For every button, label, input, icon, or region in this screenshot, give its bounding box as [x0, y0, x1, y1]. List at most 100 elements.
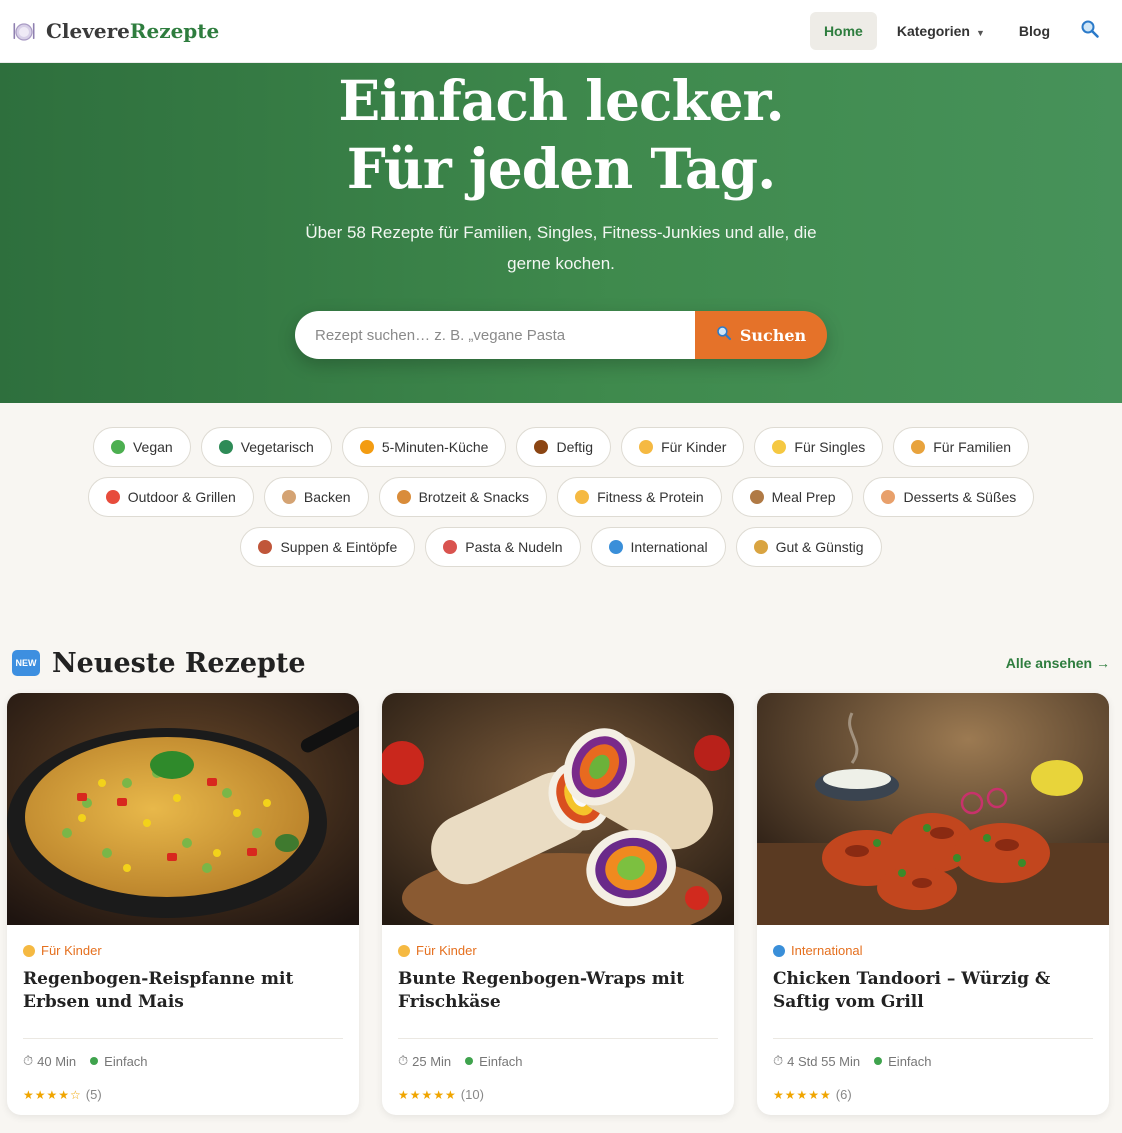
card-body: International Chicken Tandoori – Würzig …	[757, 925, 1109, 1102]
category-chip-label: International	[630, 539, 708, 555]
difficulty-dot-icon	[90, 1057, 99, 1065]
card-difficulty: Einfach	[90, 1054, 148, 1069]
section-title: Neueste Rezepte	[52, 647, 306, 679]
category-chip-label: Pasta & Nudeln	[465, 539, 563, 555]
logo-text-part2: Rezepte	[129, 19, 220, 43]
star-rating-icon: ★★★★★	[398, 1087, 457, 1102]
category-chip[interactable]: 5-Minuten-Küche	[341, 427, 507, 467]
card-difficulty-value: Einfach	[479, 1053, 523, 1069]
card-meta: ⏱ 25 Min Einfach	[398, 1053, 718, 1069]
card-category[interactable]: Für Kinder	[398, 943, 718, 958]
pasta-icon	[443, 540, 458, 554]
search-submit-button[interactable]: Suchen	[695, 311, 827, 359]
globe-icon	[773, 944, 785, 957]
category-chip[interactable]: Für Kinder	[621, 427, 745, 467]
review-count: (6)	[835, 1087, 852, 1102]
nav-blog[interactable]: Blog	[1005, 12, 1064, 50]
card-time-value: 40 Min	[37, 1053, 77, 1069]
globe-icon	[608, 540, 623, 554]
category-chip[interactable]: Deftig	[516, 427, 612, 467]
search-icon	[1080, 19, 1100, 44]
hero-section: Einfach lecker. Für jeden Tag. Über 58 R…	[0, 63, 1122, 403]
section-title-group: NEW Neueste Rezepte	[12, 648, 306, 679]
category-chip-label: Outdoor & Grillen	[127, 489, 236, 505]
difficulty-dot-icon	[874, 1057, 883, 1065]
header-search-button[interactable]	[1070, 11, 1110, 51]
muscle-icon	[575, 490, 590, 504]
recipe-card[interactable]: Für Kinder Regenbogen-Reispfanne mit Erb…	[7, 693, 359, 1115]
divider	[398, 1038, 718, 1039]
category-chips: Vegan Vegetarisch 5-Minuten-Küche Deftig Für…	[0, 403, 1122, 593]
card-meta: ⏱ 4 Std 55 Min Einfach	[773, 1053, 1093, 1069]
see-all-link[interactable]: Alle ansehen →	[1006, 655, 1110, 671]
category-chip[interactable]: Gut & Günstig	[735, 527, 882, 567]
category-chip[interactable]: Brotzeit & Snacks	[378, 477, 548, 517]
star-rating-icon: ★★★★★	[773, 1087, 832, 1102]
hero-title-line1: Einfach lecker.	[338, 68, 784, 133]
category-chip-label: Deftig	[556, 439, 594, 455]
recipe-card[interactable]: Für Kinder Bunte Regenbogen-Wraps mit Fr…	[382, 693, 734, 1115]
hero-title: Einfach lecker. Für jeden Tag.	[0, 67, 1122, 203]
divider	[23, 1038, 343, 1039]
category-chip[interactable]: Outdoor & Grillen	[87, 477, 254, 517]
recipe-card[interactable]: International Chicken Tandoori – Würzig …	[757, 693, 1109, 1115]
card-category[interactable]: International	[773, 943, 1093, 958]
card-title: Bunte Regenbogen-Wraps mit Frischkäse	[398, 969, 685, 1012]
category-chip[interactable]: Meal Prep	[731, 477, 854, 517]
pie-icon	[881, 490, 896, 504]
box-icon	[749, 490, 764, 504]
category-chip[interactable]: Vegetarisch	[200, 427, 332, 467]
wraps-image	[382, 693, 734, 925]
recipe-search-input[interactable]	[295, 311, 695, 359]
category-chip[interactable]: International	[590, 527, 726, 567]
stopwatch-icon: ⏱	[398, 1053, 409, 1068]
category-chip-label: Für Singles	[794, 439, 866, 455]
category-chip[interactable]: Pasta & Nudeln	[425, 527, 581, 567]
card-category-label: Für Kinder	[416, 943, 477, 958]
category-chip[interactable]: Desserts & Süßes	[863, 477, 1035, 517]
card-time-value: 4 Std 55 Min	[787, 1053, 861, 1069]
category-chip[interactable]: Vegan	[92, 427, 191, 467]
caret-down-icon: ▼	[975, 28, 985, 38]
category-chip[interactable]: Für Familien	[893, 427, 1030, 467]
nav-kategorien-label: Kategorien	[896, 23, 970, 39]
card-meta: ⏱ 40 Min Einfach	[23, 1053, 343, 1069]
hero-search-bar: Suchen	[295, 311, 827, 359]
card-time-value: 25 Min	[412, 1053, 452, 1069]
category-chip[interactable]: Fitness & Protein	[557, 477, 722, 517]
main-nav: Home Kategorien ▼ Blog	[809, 11, 1110, 51]
difficulty-dot-icon	[465, 1057, 474, 1065]
category-chip-label: Backen	[303, 489, 351, 505]
category-chip-label: Gut & Günstig	[775, 539, 864, 555]
logo[interactable]: ClevereRezepte	[12, 19, 219, 43]
category-chip-label: Suppen & Eintöpfe	[280, 539, 398, 555]
logo-text-part1: Clevere	[46, 19, 130, 43]
card-category[interactable]: Für Kinder	[23, 943, 343, 958]
lightning-icon	[359, 440, 374, 454]
category-chip-label: 5-Minuten-Küche	[381, 439, 489, 455]
review-count: (10)	[460, 1087, 484, 1102]
category-chip-label: Für Familien	[933, 439, 1012, 455]
seedling-icon	[110, 440, 125, 454]
nav-kategorien[interactable]: Kategorien ▼	[883, 12, 999, 50]
fire-icon	[105, 490, 120, 504]
plate-cutlery-icon	[12, 19, 36, 43]
category-chip-label: Meal Prep	[771, 489, 836, 505]
category-chip-label: Desserts & Süßes	[903, 489, 1017, 505]
star-rating-icon: ★★★★☆	[23, 1087, 82, 1102]
card-difficulty: Einfach	[465, 1053, 523, 1069]
search-submit-label: Suchen	[739, 325, 807, 345]
logo-text: ClevereRezepte	[46, 19, 219, 43]
nav-home[interactable]: Home	[809, 12, 877, 50]
category-chip[interactable]: Backen	[263, 477, 369, 517]
hero-title-line2: Für jeden Tag.	[346, 136, 777, 201]
category-chip[interactable]: Suppen & Eintöpfe	[240, 527, 416, 567]
search-icon	[716, 325, 732, 345]
site-header: ClevereRezepte Home Kategorien ▼ Blog	[0, 0, 1122, 63]
tandoori-chicken-image	[757, 693, 1109, 925]
category-chip[interactable]: Für Singles	[754, 427, 884, 467]
child-icon	[398, 944, 410, 957]
broccoli-icon	[218, 440, 233, 454]
card-time: ⏱ 25 Min	[398, 1053, 451, 1069]
category-chip-label: Vegetarisch	[240, 439, 314, 455]
